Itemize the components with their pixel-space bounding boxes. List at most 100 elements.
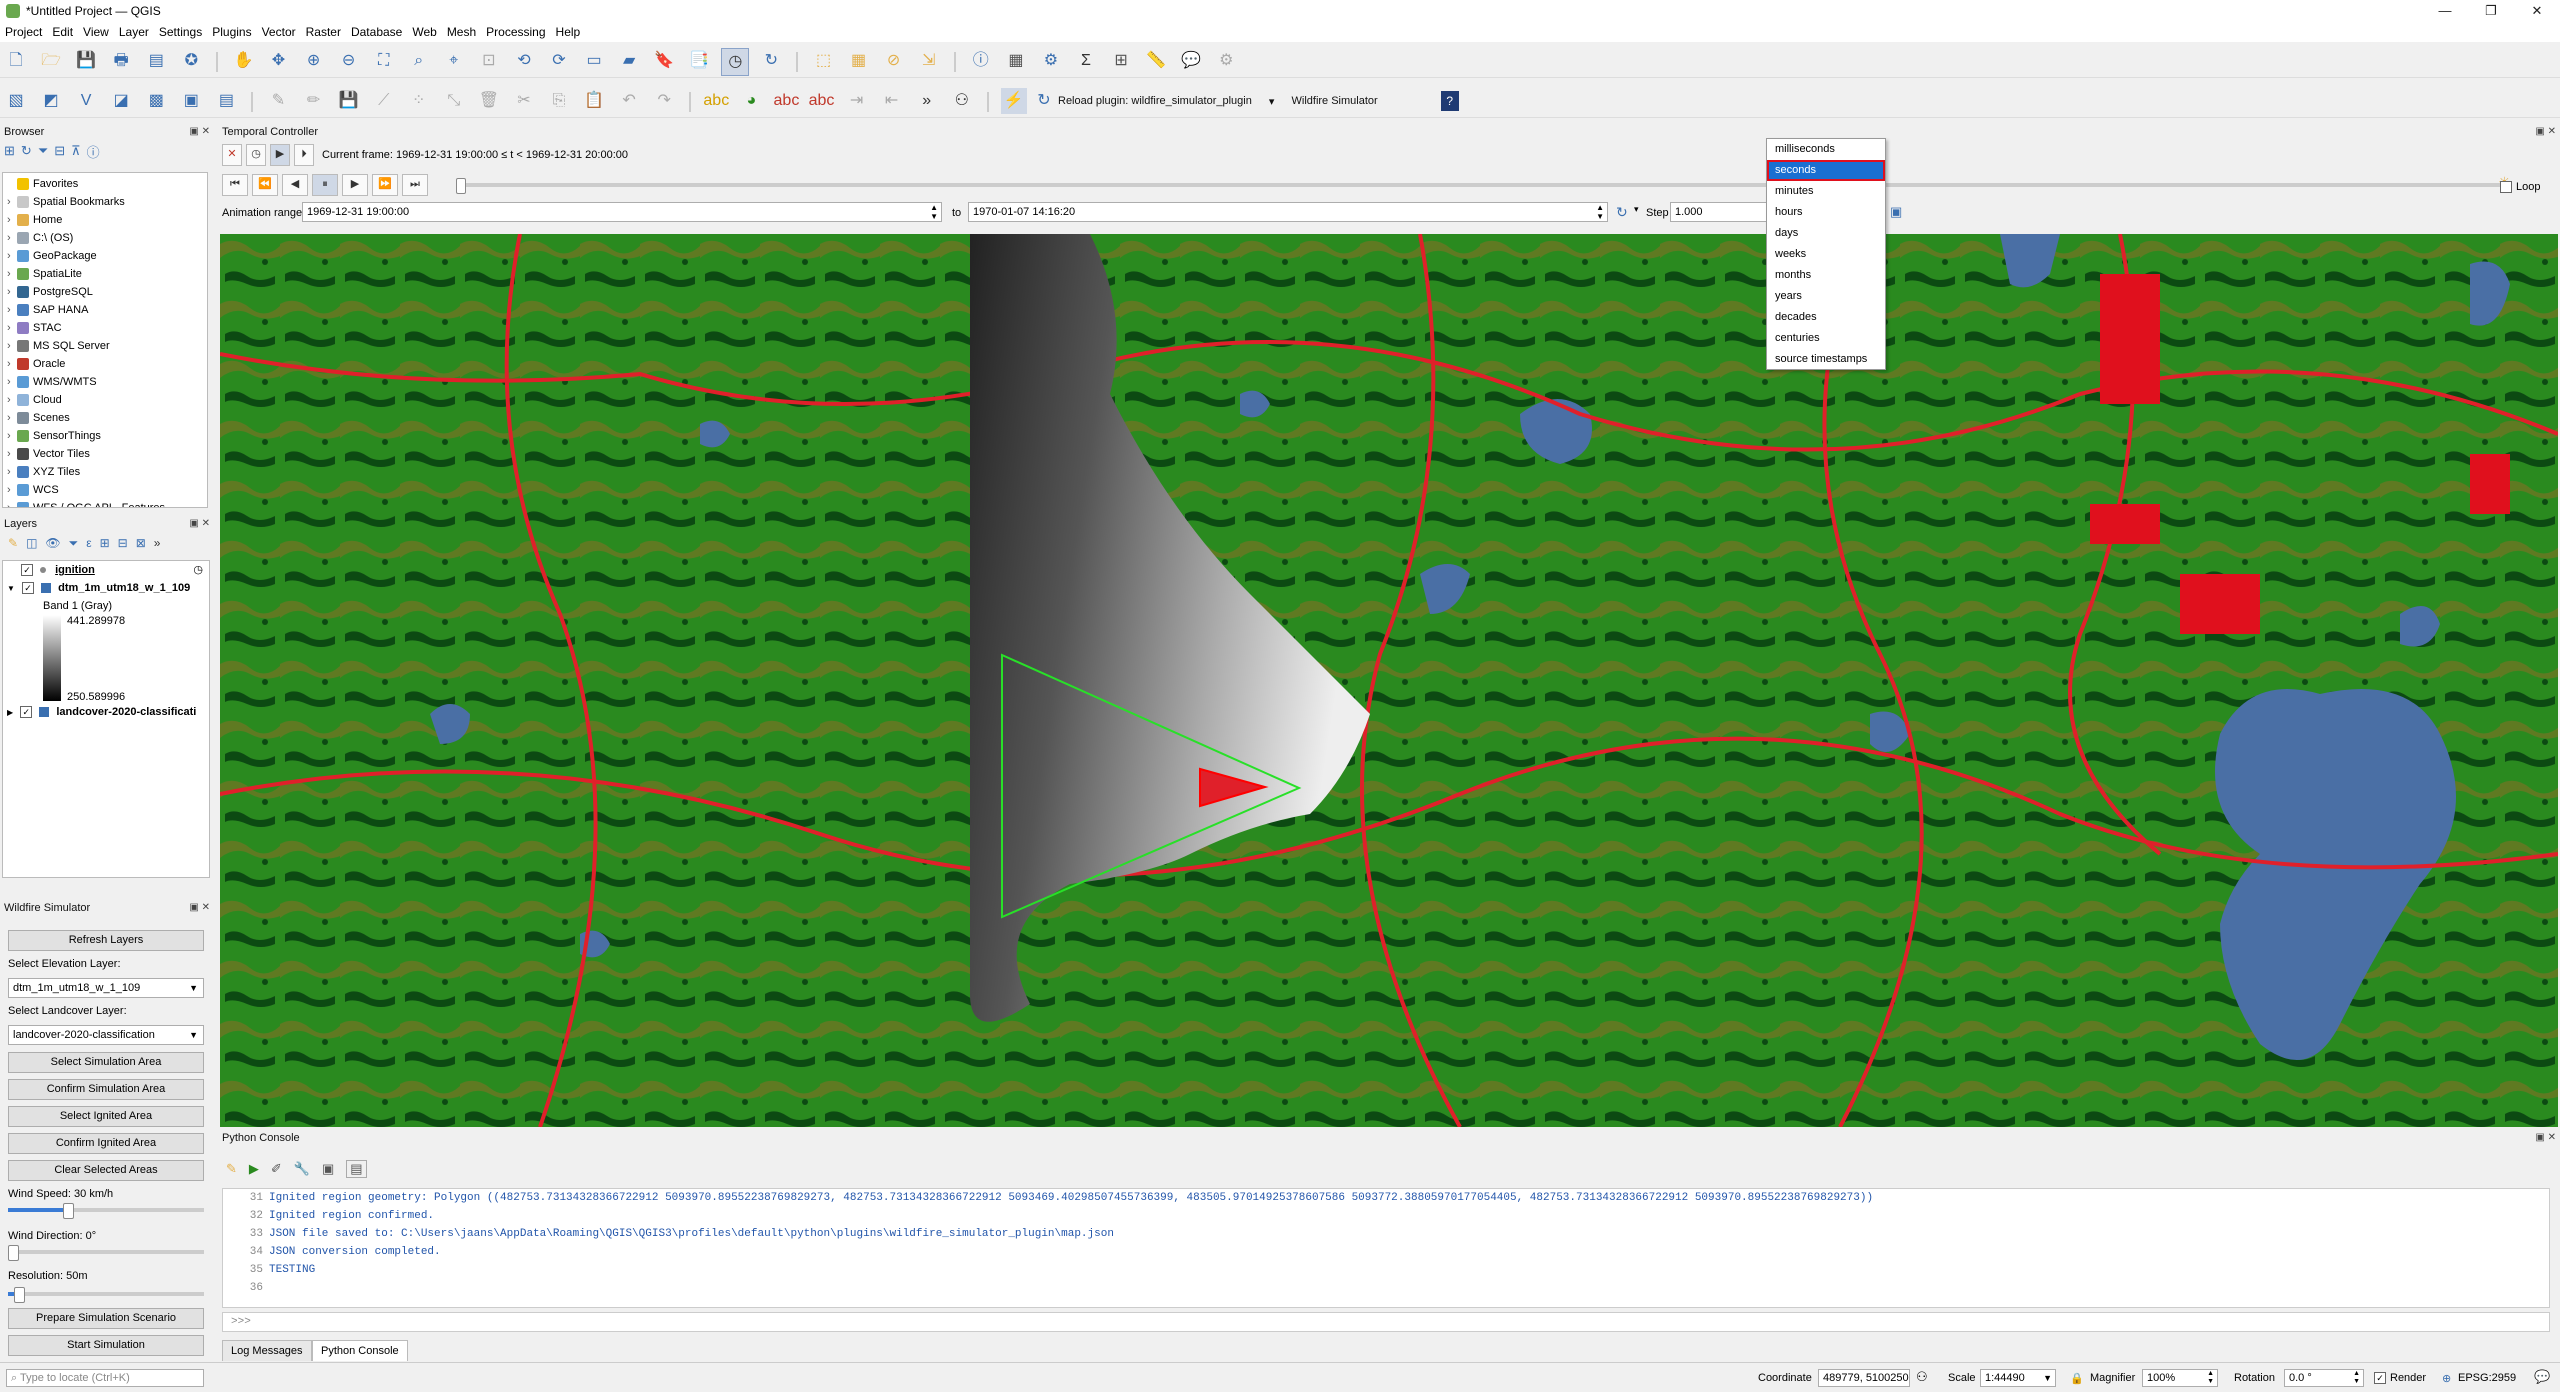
menu-help[interactable]: Help [551,22,586,42]
settings-icon[interactable]: ▣ [1890,204,1902,220]
data-source-manager-icon[interactable]: ▧ [3,88,29,114]
expand-arrow-icon[interactable]: › [7,211,17,229]
manage-visibility-icon[interactable]: 👁 [45,536,60,550]
select-features-icon[interactable]: ⬚ [811,48,837,74]
menu-settings[interactable]: Settings [154,22,207,42]
vertex-tool-icon[interactable]: ⁘ [406,88,432,114]
temporal-controller-icon[interactable]: ◷ [721,48,750,76]
confirm-ignited-area-button[interactable]: Confirm Ignited Area [8,1133,204,1154]
add-vector-icon[interactable]: ◪ [108,88,134,114]
lock-scale-icon[interactable]: 🔒 [2070,1372,2084,1385]
panel-float-close-icons[interactable]: ▣ ✕ [189,902,210,913]
timeline-handle[interactable] [456,178,466,194]
copy-features-icon[interactable]: ⎘ [546,88,572,114]
browser-item[interactable]: › WCS [7,481,207,499]
time-unit-option[interactable]: minutes [1767,181,1885,202]
delete-selected-icon[interactable]: 🗑 [476,88,502,114]
play-backward-button[interactable]: ◀ [282,174,308,196]
panel-float-close-icons[interactable]: ▣ ✕ [189,126,210,137]
prepare-scenario-button[interactable]: Prepare Simulation Scenario [8,1308,204,1329]
bookmark-icon[interactable]: 🔖 [651,48,677,74]
browser-item[interactable]: › WFS / OGC API - Features [7,499,207,507]
statistics-icon[interactable]: Σ [1073,48,1099,74]
layer-dtm[interactable]: ▼ ✓ dtm_1m_utm18_w_1_109 [3,579,209,597]
browser-item[interactable]: › Spatial Bookmarks [7,193,207,211]
browser-item[interactable]: › SpatiaLite [7,265,207,283]
expand-arrow-icon[interactable]: › [7,373,17,391]
new-3d-view-icon[interactable]: ▰ [616,48,642,74]
menu-project[interactable]: Project [0,22,47,42]
expand-arrow-icon[interactable]: › [7,499,17,507]
expand-arrow-icon[interactable]: › [7,337,17,355]
menu-processing[interactable]: Processing [481,22,550,42]
remove-layer-icon[interactable]: ⊠ [136,536,146,550]
browser-item[interactable]: › STAC [7,319,207,337]
coordinate-field[interactable]: 489779, 5100250 [1818,1369,1910,1387]
slider-handle[interactable] [13,1287,25,1303]
time-unit-option[interactable]: source timestamps [1767,349,1885,370]
clear-selected-areas-button[interactable]: Clear Selected Areas [8,1160,204,1181]
temporal-off-button[interactable]: ✕ [222,144,242,166]
time-unit-option[interactable]: seconds [1767,160,1885,181]
slider-handle[interactable] [8,1245,19,1261]
zoom-in-icon[interactable]: ⊕ [301,48,327,74]
spin-arrows-icon[interactable]: ▲▼ [930,203,938,221]
loop-check[interactable] [2500,181,2512,194]
toggle-extents-icon[interactable]: ⚇ [1916,1369,1928,1385]
help-icon[interactable]: ? [1440,91,1459,111]
expand-arrow-icon[interactable]: › [7,265,17,283]
paste-features-icon[interactable]: 📋 [581,88,607,114]
filter-expression-icon[interactable]: ε [86,536,91,550]
time-unit-option[interactable]: decades [1767,307,1885,328]
expand-arrow-icon[interactable]: › [7,247,17,265]
time-unit-option[interactable]: hours [1767,202,1885,223]
browser-item[interactable]: › SAP HANA [7,301,207,319]
python-console-icon[interactable]: ⚇ [949,88,975,114]
panel-float-close-icons[interactable]: ▣ ✕ [2535,1132,2556,1143]
zoom-next-icon[interactable]: ⟳ [546,48,572,74]
time-unit-option[interactable]: days [1767,223,1885,244]
move-label-icon[interactable]: ⇥ [844,88,870,114]
zoom-selection-icon[interactable]: ⌕ [406,48,432,74]
layout-manager-icon[interactable]: ▤ [143,48,169,74]
collapse-all-icon[interactable]: ⊟ [118,536,128,550]
browser-item[interactable]: › Scenes [7,409,207,427]
redo-icon[interactable]: ↷ [651,88,677,114]
animated-navigation-button[interactable]: ▶ [270,144,290,166]
expand-arrow-icon[interactable]: › [7,319,17,337]
modify-attributes-icon[interactable]: ⤡ [441,88,467,114]
render-check[interactable]: ✓ [2374,1372,2386,1385]
menu-layer[interactable]: Layer [114,22,154,42]
time-unit-option[interactable]: months [1767,265,1885,286]
time-unit-option[interactable]: centuries [1767,328,1885,349]
tab-python-console[interactable]: Python Console [312,1340,408,1361]
open-project-icon[interactable]: 🗁 [38,48,64,74]
add-mesh-icon[interactable]: ▣ [178,88,204,114]
rotate-label-icon[interactable]: ⇤ [879,88,905,114]
help-icon[interactable]: ▣ [322,1161,334,1177]
spin-arrows-icon[interactable]: ▲▼ [2353,1370,2360,1386]
step-field[interactable]: 1.000 ▲▼ [1670,202,1780,222]
loop-checkbox[interactable]: Loop [2500,181,2540,194]
show-editor-icon[interactable]: ✐ [271,1161,282,1177]
browser-item[interactable]: › Oracle [7,355,207,373]
menu-raster[interactable]: Raster [301,22,346,42]
diagram-tool-icon[interactable]: ◕ [738,88,764,114]
crs-button[interactable]: EPSG:2959 [2458,1372,2516,1384]
next-frame-button[interactable]: ⏩ [372,174,398,196]
expand-arrow-icon[interactable]: ▼ [7,584,15,593]
panel-float-close-icons[interactable]: ▣ ✕ [2535,126,2556,137]
add-selected-icon[interactable]: ⊞ [4,143,15,159]
browser-item[interactable]: › Cloud [7,391,207,409]
map-canvas[interactable] [220,234,2558,1127]
expand-arrow-icon[interactable]: › [7,463,17,481]
menu-plugins[interactable]: Plugins [207,22,256,42]
magnifier-field[interactable]: 100% ▲ ▼ [2142,1369,2218,1387]
expand-all-icon[interactable]: ⊞ [100,536,110,550]
wind-direction-slider[interactable] [8,1245,204,1261]
highlight-pinned-icon[interactable]: abc [809,88,835,114]
more-icon[interactable]: » [914,88,940,114]
spin-arrows-icon[interactable]: ▲▼ [2207,1370,2214,1386]
start-simulation-button[interactable]: Start Simulation [8,1335,204,1356]
expand-arrow-icon[interactable]: ▶ [7,708,13,717]
